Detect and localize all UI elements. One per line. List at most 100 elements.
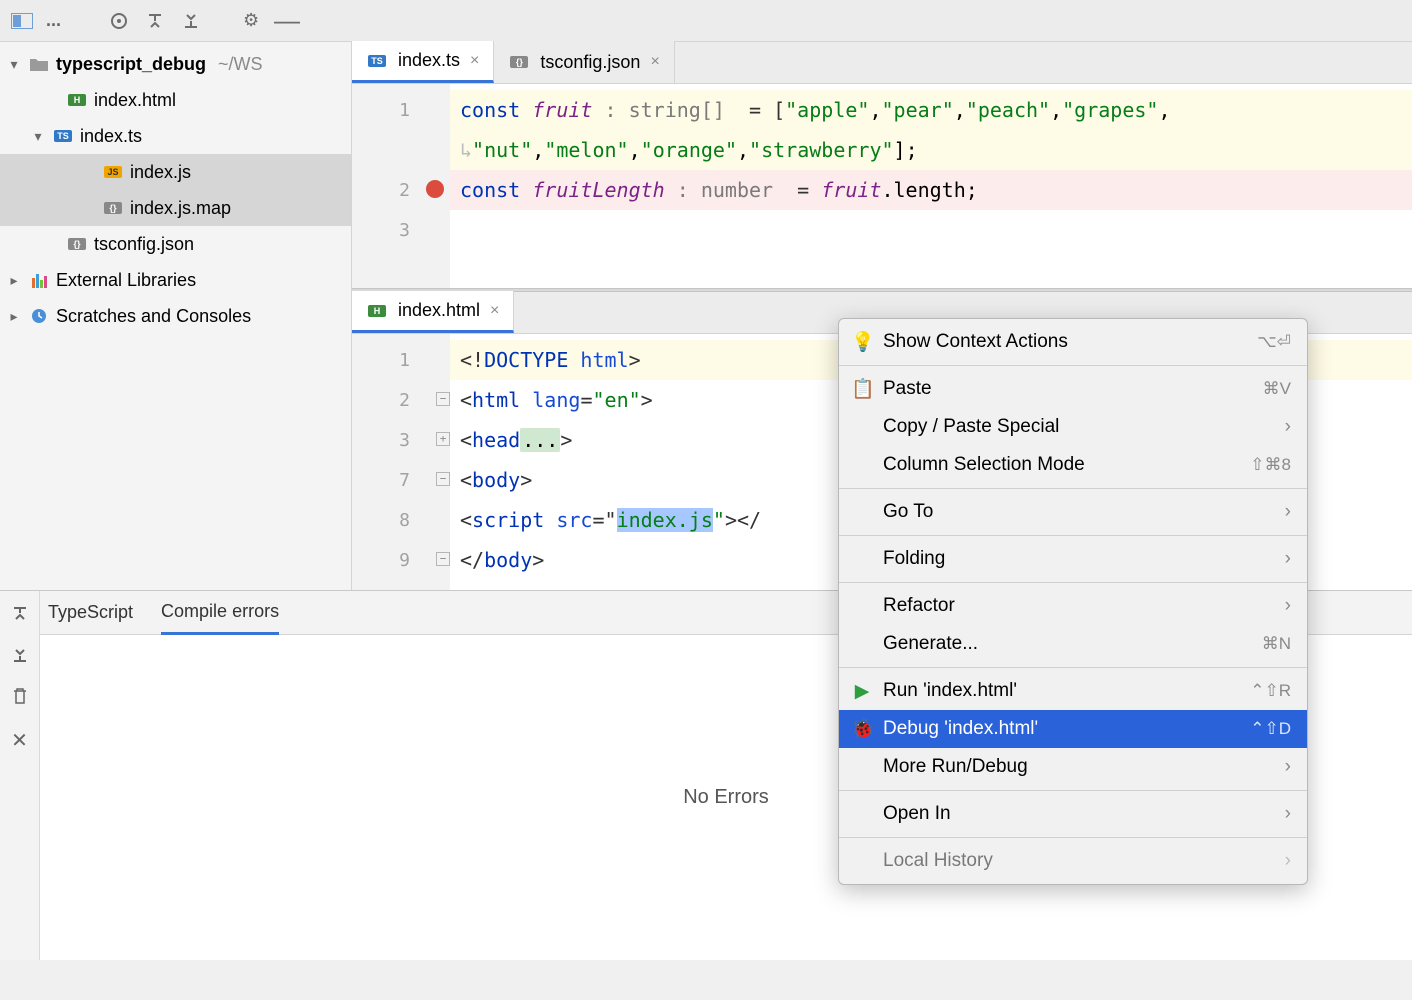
chevron-down-icon: ▾ [30, 128, 46, 145]
menu-separator [839, 535, 1307, 536]
project-root[interactable]: ▾ typescript_debug ~/WS [0, 46, 351, 82]
html-file-icon: H [366, 302, 388, 320]
menu-label: Go To [883, 501, 933, 523]
chevron-down-icon: ▾ [6, 56, 22, 73]
menu-folding[interactable]: Folding › [839, 540, 1307, 578]
collapse-all-icon[interactable] [11, 646, 29, 669]
line-number: 1 [399, 350, 410, 371]
breakpoint-icon[interactable] [426, 180, 444, 198]
menu-debug[interactable]: 🐞 Debug 'index.html' ⌃⇧D [839, 710, 1307, 748]
menu-more-run-debug[interactable]: More Run/Debug › [839, 748, 1307, 786]
close-icon[interactable]: × [470, 52, 479, 70]
ts-file-icon: TS [366, 52, 388, 70]
scratches[interactable]: ▸ Scratches and Consoles [0, 298, 351, 334]
json-file-icon: {} [66, 235, 88, 253]
close-icon[interactable]: × [650, 53, 659, 71]
chevron-right-icon: › [1285, 501, 1291, 523]
fold-icon[interactable] [436, 472, 450, 486]
line-number: 1 [399, 100, 410, 121]
tab-index-html[interactable]: H index.html × [352, 291, 514, 333]
menu-run[interactable]: ▶ Run 'index.html' ⌃⇧R [839, 672, 1307, 710]
menu-local-history[interactable]: Local History › [839, 842, 1307, 880]
shortcut: ⌥⏎ [1257, 332, 1291, 352]
tree-label: Scratches and Consoles [56, 306, 251, 327]
chevron-right-icon: › [1285, 548, 1291, 570]
tab-label: TypeScript [48, 602, 133, 623]
menu-label: Run 'index.html' [883, 680, 1017, 702]
file-index-ts[interactable]: ▾ TS index.ts [0, 118, 351, 154]
tab-typescript[interactable]: TypeScript [48, 591, 133, 635]
trash-icon[interactable] [12, 687, 28, 710]
shortcut: ⌃⇧R [1250, 681, 1291, 701]
close-icon[interactable]: × [490, 302, 499, 320]
json-file-icon: {} [508, 53, 530, 71]
fold-icon[interactable] [436, 392, 450, 406]
project-tree: ▾ typescript_debug ~/WS H index.html ▾ T… [0, 42, 352, 590]
shortcut: ⌘N [1262, 634, 1291, 654]
menu-label: Paste [883, 378, 932, 400]
menu-label: More Run/Debug [883, 756, 1028, 778]
menu-separator [839, 488, 1307, 489]
play-icon: ▶ [851, 680, 873, 703]
toolbar: ... ⚙ — [0, 0, 1412, 42]
js-file-icon: JS [102, 163, 124, 181]
menu-label: Generate... [883, 633, 978, 655]
tab-tsconfig[interactable]: {} tsconfig.json × [494, 41, 674, 83]
menu-label: Open In [883, 803, 951, 825]
gear-icon[interactable]: ⚙ [239, 9, 263, 33]
menu-show-context-actions[interactable]: 💡 Show Context Actions ⌥⏎ [839, 323, 1307, 361]
collapse-all-icon[interactable] [179, 9, 203, 33]
close-icon[interactable]: ✕ [11, 728, 28, 753]
menu-label: Folding [883, 548, 945, 570]
menu-goto[interactable]: Go To › [839, 493, 1307, 531]
menu-generate[interactable]: Generate... ⌘N [839, 625, 1307, 663]
bug-icon: 🐞 [851, 717, 873, 741]
line-number: 7 [399, 470, 410, 491]
menu-open-in[interactable]: Open In › [839, 795, 1307, 833]
target-icon[interactable] [107, 9, 131, 33]
tab-compile-errors[interactable]: Compile errors [161, 591, 279, 635]
menu-separator [839, 837, 1307, 838]
menu-label: Show Context Actions [883, 331, 1068, 353]
chevron-right-icon: › [1285, 595, 1291, 617]
line-number: 2 [399, 390, 410, 411]
line-number: 3 [399, 430, 410, 451]
expand-all-icon[interactable] [11, 605, 29, 628]
menu-separator [839, 790, 1307, 791]
shortcut: ⇧⌘8 [1250, 455, 1291, 475]
expand-all-icon[interactable] [143, 9, 167, 33]
menu-paste[interactable]: 📋 Paste ⌘V [839, 370, 1307, 408]
folder-icon [28, 55, 50, 73]
toolbar-more[interactable]: ... [46, 10, 61, 31]
menu-refactor[interactable]: Refactor › [839, 587, 1307, 625]
file-index-js-map[interactable]: {} index.js.map [0, 190, 351, 226]
ts-file-icon: TS [52, 127, 74, 145]
external-libraries[interactable]: ▸ External Libraries [0, 262, 351, 298]
root-label: typescript_debug [56, 54, 206, 75]
gutter: 1 2 3 7 8 9 [352, 334, 450, 590]
menu-copy-paste-special[interactable]: Copy / Paste Special › [839, 408, 1307, 446]
chevron-right-icon: ▸ [6, 308, 22, 325]
view-mode-icon[interactable] [10, 9, 34, 33]
editor-tabs-upper: TS index.ts × {} tsconfig.json × [352, 42, 1412, 84]
file-label: tsconfig.json [94, 234, 194, 255]
editor-ts[interactable]: 1 2 3 const fruit : string[] = ["apple",… [352, 84, 1412, 288]
fold-icon[interactable] [436, 432, 450, 446]
menu-label: Column Selection Mode [883, 454, 1085, 476]
chevron-right-icon: › [1285, 850, 1291, 872]
code-area[interactable]: const fruit : string[] = ["apple","pear"… [450, 84, 1412, 288]
chevron-right-icon: › [1285, 756, 1291, 778]
file-index-js[interactable]: JS index.js [0, 154, 351, 190]
tab-index-ts[interactable]: TS index.ts × [352, 41, 494, 83]
shortcut: ⌃⇧D [1250, 719, 1291, 739]
tree-label: External Libraries [56, 270, 196, 291]
minimize-icon[interactable]: — [275, 9, 299, 33]
tab-label: Compile errors [161, 601, 279, 622]
menu-separator [839, 667, 1307, 668]
json-file-icon: {} [102, 199, 124, 217]
fold-icon[interactable] [436, 552, 450, 566]
file-index-html[interactable]: H index.html [0, 82, 351, 118]
no-errors-label: No Errors [683, 786, 769, 809]
file-tsconfig[interactable]: {} tsconfig.json [0, 226, 351, 262]
menu-column-selection[interactable]: Column Selection Mode ⇧⌘8 [839, 446, 1307, 484]
